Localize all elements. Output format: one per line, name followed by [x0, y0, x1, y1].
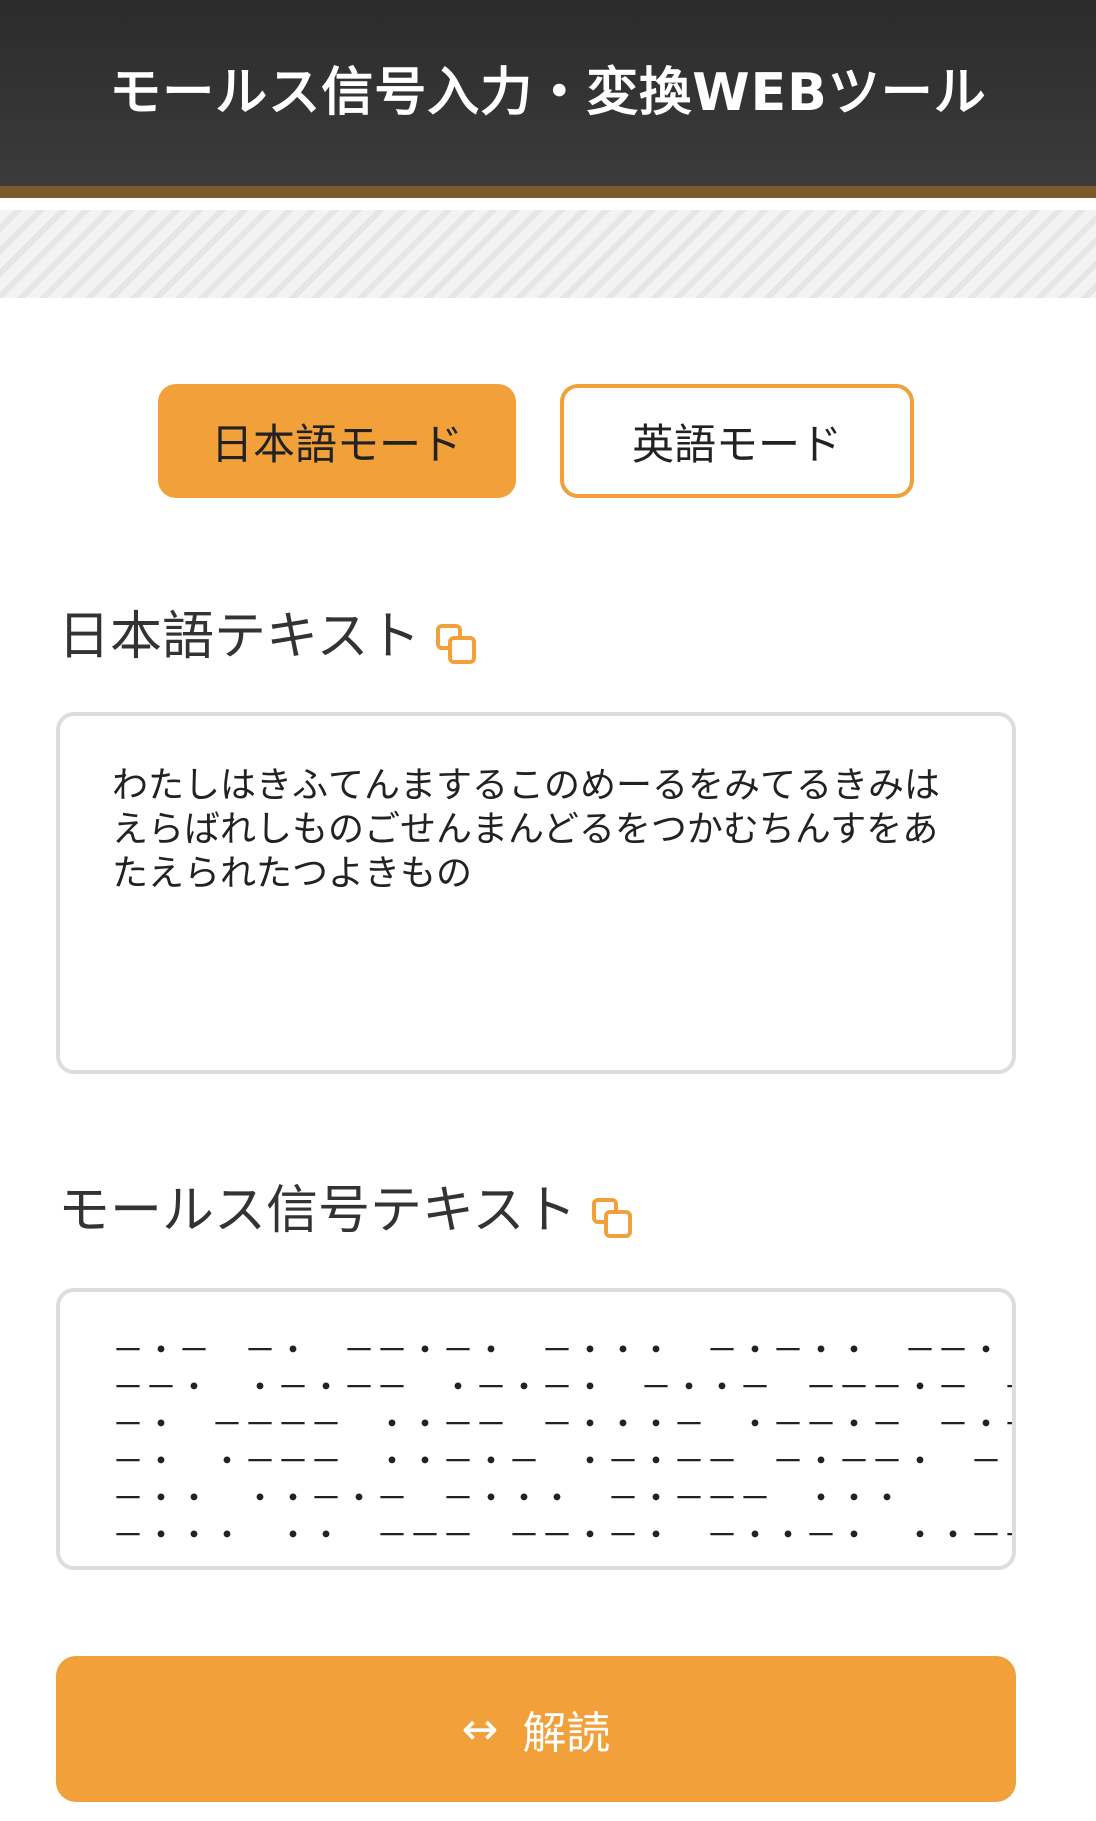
japanese-text-input[interactable]: わたしはきふてんまするこのめーるをみてるきみはえらばれしものごせんまんどるをつか… — [56, 712, 1016, 1074]
japanese-text-heading: 日本語テキスト — [58, 594, 478, 669]
copy-icon[interactable] — [434, 619, 478, 664]
morse-text-value: －・－ －・ －－・－・ －・・・ －・－・・ －－・・ ・・ －－・ ・－・－… — [112, 1331, 1012, 1567]
morse-text-label: モールス信号テキスト — [58, 1181, 577, 1241]
page-title: モールス信号入力・変換WEBツール — [109, 63, 987, 123]
decode-button[interactable]: ↔ 解読 — [56, 1656, 1016, 1802]
japanese-mode-button[interactable]: 日本語モード — [158, 384, 516, 498]
japanese-text-label: 日本語テキスト — [58, 607, 421, 667]
copy-icon[interactable] — [590, 1193, 634, 1238]
swap-arrows-icon: ↔ — [461, 1703, 499, 1755]
morse-text-heading: モールス信号テキスト — [58, 1168, 634, 1243]
english-mode-button[interactable]: 英語モード — [560, 384, 914, 498]
morse-text-input[interactable]: －・－ －・ －－・－・ －・・・ －・－・・ －－・・ ・・ －－・ ・－・－… — [56, 1288, 1016, 1570]
app-header: モールス信号入力・変換WEBツール — [0, 0, 1096, 198]
header-stripe-divider — [0, 210, 1096, 298]
japanese-text-value: わたしはきふてんまするこのめーるをみてるきみはえらばれしものごせんまんどるをつか… — [112, 765, 941, 894]
decode-button-label: 解読 — [522, 1708, 611, 1759]
